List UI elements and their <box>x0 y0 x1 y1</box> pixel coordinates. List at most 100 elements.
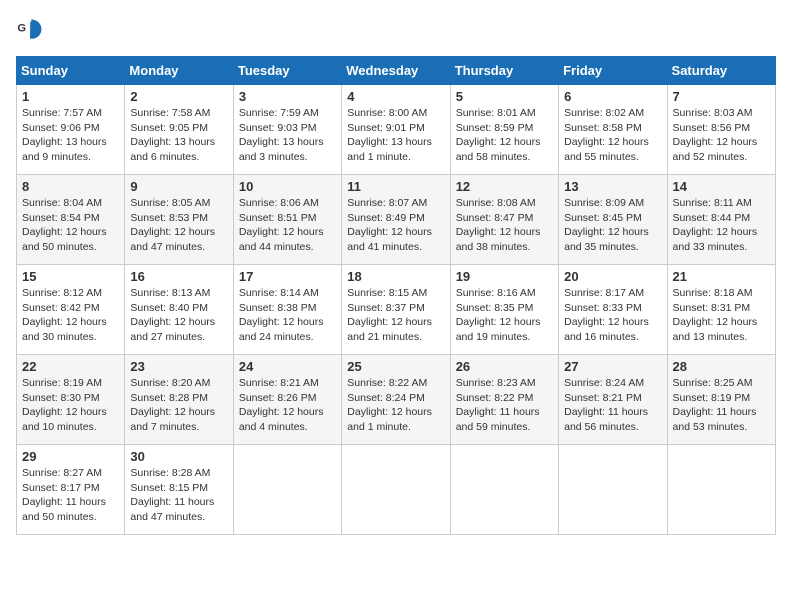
calendar-cell: 13 Sunrise: 8:09 AMSunset: 8:45 PMDaylig… <box>559 175 667 265</box>
day-number: 25 <box>347 359 444 374</box>
calendar-cell: 23 Sunrise: 8:20 AMSunset: 8:28 PMDaylig… <box>125 355 233 445</box>
day-detail: Sunrise: 8:14 AMSunset: 8:38 PMDaylight:… <box>239 287 324 343</box>
day-number: 18 <box>347 269 444 284</box>
day-number: 17 <box>239 269 336 284</box>
calendar-week-row: 22 Sunrise: 8:19 AMSunset: 8:30 PMDaylig… <box>17 355 776 445</box>
calendar-cell: 30 Sunrise: 8:28 AMSunset: 8:15 PMDaylig… <box>125 445 233 535</box>
day-detail: Sunrise: 8:04 AMSunset: 8:54 PMDaylight:… <box>22 197 107 253</box>
day-number: 4 <box>347 89 444 104</box>
weekday-header-tuesday: Tuesday <box>233 57 341 85</box>
day-number: 24 <box>239 359 336 374</box>
calendar-cell: 8 Sunrise: 8:04 AMSunset: 8:54 PMDayligh… <box>17 175 125 265</box>
weekday-header-saturday: Saturday <box>667 57 775 85</box>
day-detail: Sunrise: 8:00 AMSunset: 9:01 PMDaylight:… <box>347 107 432 163</box>
logo: G <box>16 16 48 44</box>
day-number: 13 <box>564 179 661 194</box>
calendar-cell: 25 Sunrise: 8:22 AMSunset: 8:24 PMDaylig… <box>342 355 450 445</box>
calendar-cell: 1 Sunrise: 7:57 AMSunset: 9:06 PMDayligh… <box>17 85 125 175</box>
day-number: 16 <box>130 269 227 284</box>
day-number: 8 <box>22 179 119 194</box>
calendar-cell: 28 Sunrise: 8:25 AMSunset: 8:19 PMDaylig… <box>667 355 775 445</box>
calendar-week-row: 15 Sunrise: 8:12 AMSunset: 8:42 PMDaylig… <box>17 265 776 355</box>
day-detail: Sunrise: 8:08 AMSunset: 8:47 PMDaylight:… <box>456 197 541 253</box>
day-number: 21 <box>673 269 770 284</box>
calendar-cell: 16 Sunrise: 8:13 AMSunset: 8:40 PMDaylig… <box>125 265 233 355</box>
day-number: 26 <box>456 359 553 374</box>
day-detail: Sunrise: 8:15 AMSunset: 8:37 PMDaylight:… <box>347 287 432 343</box>
calendar-cell: 6 Sunrise: 8:02 AMSunset: 8:58 PMDayligh… <box>559 85 667 175</box>
calendar-body: 1 Sunrise: 7:57 AMSunset: 9:06 PMDayligh… <box>17 85 776 535</box>
calendar-cell: 20 Sunrise: 8:17 AMSunset: 8:33 PMDaylig… <box>559 265 667 355</box>
calendar-cell: 21 Sunrise: 8:18 AMSunset: 8:31 PMDaylig… <box>667 265 775 355</box>
calendar-cell: 12 Sunrise: 8:08 AMSunset: 8:47 PMDaylig… <box>450 175 558 265</box>
calendar-cell: 3 Sunrise: 7:59 AMSunset: 9:03 PMDayligh… <box>233 85 341 175</box>
day-detail: Sunrise: 8:23 AMSunset: 8:22 PMDaylight:… <box>456 377 540 433</box>
calendar-cell <box>450 445 558 535</box>
day-number: 5 <box>456 89 553 104</box>
day-detail: Sunrise: 8:27 AMSunset: 8:17 PMDaylight:… <box>22 467 106 523</box>
calendar-cell <box>559 445 667 535</box>
day-detail: Sunrise: 8:25 AMSunset: 8:19 PMDaylight:… <box>673 377 757 433</box>
day-detail: Sunrise: 8:16 AMSunset: 8:35 PMDaylight:… <box>456 287 541 343</box>
day-detail: Sunrise: 8:03 AMSunset: 8:56 PMDaylight:… <box>673 107 758 163</box>
calendar-cell: 29 Sunrise: 8:27 AMSunset: 8:17 PMDaylig… <box>17 445 125 535</box>
logo-icon: G <box>16 16 44 44</box>
day-detail: Sunrise: 8:12 AMSunset: 8:42 PMDaylight:… <box>22 287 107 343</box>
calendar-week-row: 8 Sunrise: 8:04 AMSunset: 8:54 PMDayligh… <box>17 175 776 265</box>
day-number: 29 <box>22 449 119 464</box>
day-number: 11 <box>347 179 444 194</box>
day-number: 23 <box>130 359 227 374</box>
calendar-cell: 24 Sunrise: 8:21 AMSunset: 8:26 PMDaylig… <box>233 355 341 445</box>
day-number: 9 <box>130 179 227 194</box>
day-detail: Sunrise: 8:05 AMSunset: 8:53 PMDaylight:… <box>130 197 215 253</box>
day-detail: Sunrise: 8:13 AMSunset: 8:40 PMDaylight:… <box>130 287 215 343</box>
calendar-cell: 7 Sunrise: 8:03 AMSunset: 8:56 PMDayligh… <box>667 85 775 175</box>
day-detail: Sunrise: 8:01 AMSunset: 8:59 PMDaylight:… <box>456 107 541 163</box>
day-number: 7 <box>673 89 770 104</box>
weekday-header-wednesday: Wednesday <box>342 57 450 85</box>
calendar-cell: 2 Sunrise: 7:58 AMSunset: 9:05 PMDayligh… <box>125 85 233 175</box>
day-number: 30 <box>130 449 227 464</box>
day-detail: Sunrise: 8:22 AMSunset: 8:24 PMDaylight:… <box>347 377 432 433</box>
day-number: 6 <box>564 89 661 104</box>
day-detail: Sunrise: 8:28 AMSunset: 8:15 PMDaylight:… <box>130 467 214 523</box>
day-detail: Sunrise: 8:06 AMSunset: 8:51 PMDaylight:… <box>239 197 324 253</box>
calendar-cell: 17 Sunrise: 8:14 AMSunset: 8:38 PMDaylig… <box>233 265 341 355</box>
weekday-header-sunday: Sunday <box>17 57 125 85</box>
day-number: 15 <box>22 269 119 284</box>
calendar-cell: 22 Sunrise: 8:19 AMSunset: 8:30 PMDaylig… <box>17 355 125 445</box>
day-number: 20 <box>564 269 661 284</box>
day-detail: Sunrise: 8:19 AMSunset: 8:30 PMDaylight:… <box>22 377 107 433</box>
day-detail: Sunrise: 7:58 AMSunset: 9:05 PMDaylight:… <box>130 107 215 163</box>
calendar-cell: 15 Sunrise: 8:12 AMSunset: 8:42 PMDaylig… <box>17 265 125 355</box>
calendar-week-row: 29 Sunrise: 8:27 AMSunset: 8:17 PMDaylig… <box>17 445 776 535</box>
svg-text:G: G <box>17 22 26 34</box>
day-detail: Sunrise: 7:59 AMSunset: 9:03 PMDaylight:… <box>239 107 324 163</box>
calendar-cell: 18 Sunrise: 8:15 AMSunset: 8:37 PMDaylig… <box>342 265 450 355</box>
day-detail: Sunrise: 8:18 AMSunset: 8:31 PMDaylight:… <box>673 287 758 343</box>
calendar-cell <box>342 445 450 535</box>
calendar-cell <box>667 445 775 535</box>
day-detail: Sunrise: 8:17 AMSunset: 8:33 PMDaylight:… <box>564 287 649 343</box>
day-number: 14 <box>673 179 770 194</box>
day-number: 22 <box>22 359 119 374</box>
day-detail: Sunrise: 8:09 AMSunset: 8:45 PMDaylight:… <box>564 197 649 253</box>
day-detail: Sunrise: 8:21 AMSunset: 8:26 PMDaylight:… <box>239 377 324 433</box>
calendar-cell: 11 Sunrise: 8:07 AMSunset: 8:49 PMDaylig… <box>342 175 450 265</box>
calendar-cell: 27 Sunrise: 8:24 AMSunset: 8:21 PMDaylig… <box>559 355 667 445</box>
day-number: 1 <box>22 89 119 104</box>
calendar-cell: 4 Sunrise: 8:00 AMSunset: 9:01 PMDayligh… <box>342 85 450 175</box>
day-number: 12 <box>456 179 553 194</box>
calendar-cell: 26 Sunrise: 8:23 AMSunset: 8:22 PMDaylig… <box>450 355 558 445</box>
day-detail: Sunrise: 8:20 AMSunset: 8:28 PMDaylight:… <box>130 377 215 433</box>
day-number: 3 <box>239 89 336 104</box>
calendar-cell <box>233 445 341 535</box>
day-number: 2 <box>130 89 227 104</box>
page-header: G <box>16 16 776 44</box>
day-detail: Sunrise: 7:57 AMSunset: 9:06 PMDaylight:… <box>22 107 107 163</box>
day-number: 28 <box>673 359 770 374</box>
weekday-header-friday: Friday <box>559 57 667 85</box>
day-detail: Sunrise: 8:07 AMSunset: 8:49 PMDaylight:… <box>347 197 432 253</box>
calendar-cell: 9 Sunrise: 8:05 AMSunset: 8:53 PMDayligh… <box>125 175 233 265</box>
day-number: 10 <box>239 179 336 194</box>
